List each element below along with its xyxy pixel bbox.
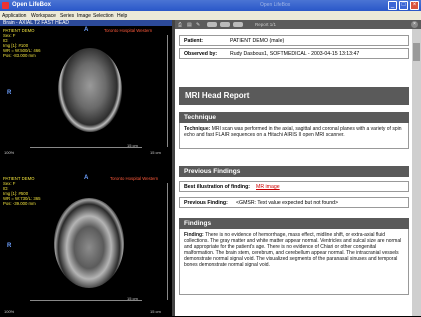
report-toolbar: ⎙ ▤ ✎ Report 1/1 ×	[175, 20, 421, 29]
findings-heading: Findings	[179, 218, 409, 229]
best-illustration-row: Best illustration of finding: MR image	[179, 181, 409, 192]
dicom-info-left: PATIENT DEMO Sex: F ID: Img [1]: #100 WR…	[3, 28, 41, 58]
previous-finding-value: <GMSR: Text value expected but not found…	[236, 200, 338, 206]
next-report-button[interactable]	[220, 22, 230, 27]
close-button[interactable]: ×	[410, 1, 419, 10]
app-title: Open LifeBox	[12, 2, 52, 8]
menu-bar: Application Workspace Series Image Selec…	[0, 11, 421, 20]
zoom-level: 100%	[4, 309, 15, 314]
previous-finding-label: Previous Finding:	[184, 200, 228, 206]
maximize-button[interactable]: □	[399, 1, 408, 10]
report-print-icon[interactable]: ⎙	[178, 22, 182, 28]
scale-label-right: 15 cm	[150, 150, 161, 155]
previous-findings-heading: Previous Findings	[179, 166, 409, 177]
patient-row: Patient: PATIENT DEMO (male)	[179, 35, 409, 46]
finding-text: There is no evidence of hemorrhage, mass…	[184, 232, 402, 268]
orientation-top: A	[84, 27, 89, 33]
zoom-level: 100%	[4, 150, 15, 155]
scrollbar-thumb[interactable]	[413, 43, 420, 61]
menu-image[interactable]: Image	[77, 13, 91, 19]
image-viewport-1[interactable]: Brain - AXIAL T2 FAST HEAD PATIENT DEMO …	[0, 20, 172, 164]
report-scrollbar[interactable]	[412, 29, 421, 316]
dicom-info-left: PATIENT DEMO Sex: F ID: Img [1]: #500 WR…	[3, 176, 41, 206]
technique-body: Technique: MRI scan was performed in the…	[179, 123, 409, 149]
horizontal-ruler	[30, 300, 142, 301]
best-illustration-label: Best illustration of finding:	[184, 184, 250, 190]
vertical-ruler	[167, 35, 168, 147]
mr-image-link[interactable]: MR image	[256, 184, 280, 190]
patient-value: PATIENT DEMO (male)	[230, 38, 285, 44]
scale-label: 15 cm	[127, 143, 138, 148]
menu-selection[interactable]: Selection	[93, 13, 114, 19]
report-counter: Report 1/1	[255, 22, 277, 27]
menu-application[interactable]: Application	[2, 13, 26, 19]
menu-workspace[interactable]: Workspace	[31, 13, 56, 19]
mri-axial-scan-image	[58, 48, 122, 132]
app-title-faded: Open LifeBox	[260, 2, 291, 8]
prev-report-button[interactable]	[207, 22, 217, 27]
mri-axial-scan-image	[54, 198, 124, 288]
report-panel: Patient: PATIENT DEMO (male) Observed by…	[175, 29, 421, 316]
close-report-icon[interactable]: ×	[411, 21, 418, 28]
observed-row: Observed by: Rudy Dasbous1, SOFTMEDICAL …	[179, 48, 409, 59]
observed-value: Rudy Dasbous1, SOFTMEDICAL - 2003-04-15 …	[230, 51, 360, 57]
app-titlebar: Open LifeBox Open LifeBox _ □ ×	[0, 0, 421, 11]
patient-label: Patient:	[184, 38, 204, 44]
viewport-header: Brain - AXIAL T2 FAST HEAD	[0, 20, 172, 26]
scale-label-right: 15 cm	[150, 309, 161, 314]
menu-help[interactable]: Help	[117, 13, 127, 19]
dicom-info-right: Toronto Hospital Western	[110, 176, 159, 181]
orientation-left: R	[7, 243, 12, 249]
menu-series[interactable]: Series	[60, 13, 74, 19]
minimize-button[interactable]: _	[388, 1, 397, 10]
last-report-button[interactable]	[233, 22, 243, 27]
observed-label: Observed by:	[184, 51, 218, 57]
horizontal-ruler	[30, 147, 142, 148]
report-save-icon[interactable]: ▤	[187, 22, 192, 28]
scale-label: 15 cm	[127, 296, 138, 301]
report-title: MRI Head Report	[179, 87, 409, 105]
app-logo-icon	[2, 2, 9, 9]
image-viewport-2[interactable]: PATIENT DEMO Sex: F ID: Img [1]: #500 WR…	[0, 173, 172, 317]
previous-finding-row: Previous Finding: <GMSR: Text value expe…	[179, 197, 409, 208]
dicom-info-right: Toronto Hospital Western	[104, 28, 153, 33]
report-edit-icon[interactable]: ✎	[196, 22, 200, 28]
technique-heading: Technique	[179, 112, 409, 123]
orientation-top: A	[84, 175, 89, 181]
findings-body: Finding: There is no evidence of hemorrh…	[179, 229, 409, 295]
orientation-left: R	[7, 90, 12, 96]
vertical-ruler	[167, 183, 168, 300]
technique-text: MRI scan was performed in the axial, sag…	[184, 126, 402, 138]
